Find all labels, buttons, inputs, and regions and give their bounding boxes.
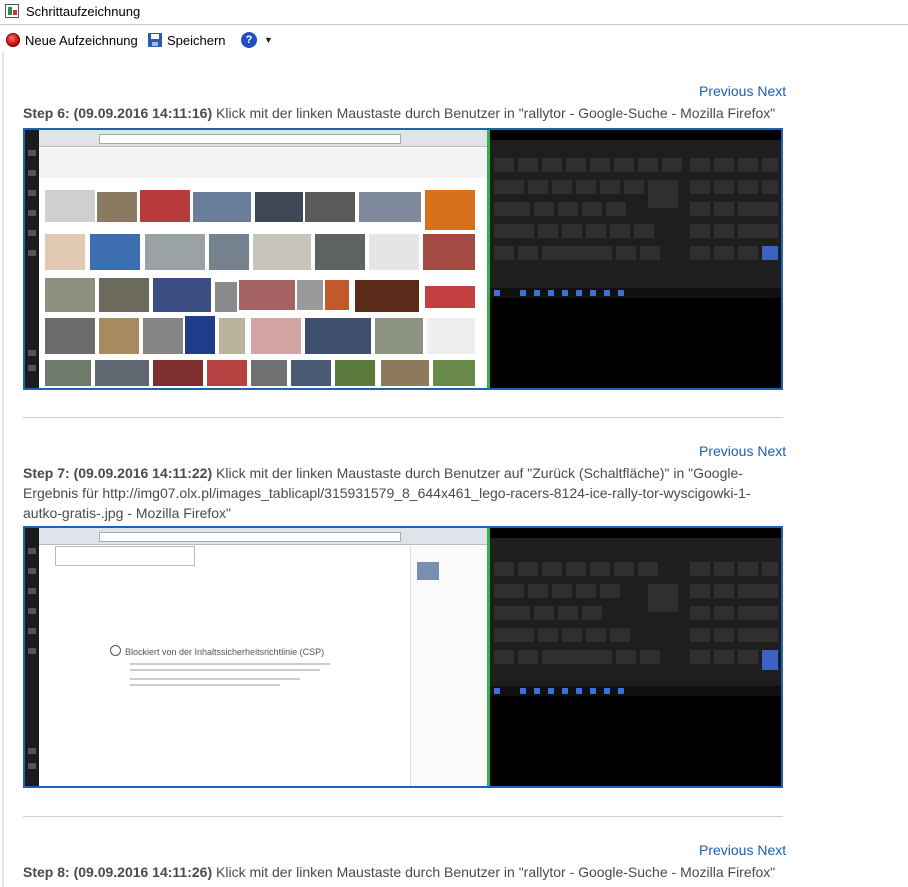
firefox-window: Blockiert von der Inhaltssicherheitsrich… [25, 528, 488, 786]
next-link[interactable]: Next [757, 443, 786, 459]
title-bar: Schrittaufzeichnung [0, 0, 908, 25]
csp-text: Blockiert von der Inhaltssicherheitsrich… [125, 647, 325, 657]
on-screen-keyboard [490, 130, 781, 388]
csp-message: Blockiert von der Inhaltssicherheitsrich… [110, 645, 324, 657]
save-label: Speichern [167, 32, 226, 48]
step-separator [23, 816, 783, 817]
step-6-description: Klick mit der linken Maustaste durch Ben… [212, 105, 776, 121]
save-icon [148, 33, 162, 47]
step-6-heading: Step 6: (09.09.2016 14:11:16) [23, 105, 213, 121]
step-separator [23, 417, 783, 418]
step-8-description: Klick mit der linken Maustaste durch Ben… [212, 864, 776, 880]
chevron-down-icon[interactable]: ▼ [264, 35, 273, 45]
step-8-heading: Step 8: (09.09.2016 14:11:26) [23, 864, 213, 880]
step-7-heading: Step 7: (09.09.2016 14:11:22) [23, 465, 213, 481]
record-icon [6, 33, 20, 47]
previous-link[interactable]: Previous [699, 842, 753, 858]
step-6-screenshot [23, 128, 783, 390]
help-icon: ? [241, 32, 257, 48]
next-link[interactable]: Next [757, 842, 786, 858]
window-title: Schrittaufzeichnung [26, 4, 141, 19]
on-screen-keyboard [490, 528, 781, 786]
firefox-window [25, 130, 487, 388]
info-icon [110, 645, 121, 656]
step-7-text: Step 7: (09.09.2016 14:11:22) Klick mit … [23, 463, 783, 523]
step-8-nav: Previous Next [699, 842, 786, 858]
help-button[interactable]: ? ▼ [241, 30, 273, 50]
step-7-nav: Previous Next [699, 443, 786, 459]
previous-link[interactable]: Previous [699, 83, 753, 99]
toolbar: Neue Aufzeichnung Speichern ? ▼ [0, 28, 908, 52]
left-edge [2, 52, 4, 887]
save-button[interactable]: Speichern [148, 30, 226, 50]
new-recording-button[interactable]: Neue Aufzeichnung [6, 30, 138, 50]
previous-link[interactable]: Previous [699, 443, 753, 459]
new-recording-label: Neue Aufzeichnung [25, 32, 138, 48]
step-7-screenshot: Blockiert von der Inhaltssicherheitsrich… [23, 526, 783, 788]
step-6-nav: Previous Next [699, 83, 786, 99]
step-8-text: Step 8: (09.09.2016 14:11:26) Klick mit … [23, 862, 783, 882]
step-6-text: Step 6: (09.09.2016 14:11:16) Klick mit … [23, 103, 783, 123]
steps-recorder-icon [5, 4, 19, 18]
next-link[interactable]: Next [757, 83, 786, 99]
